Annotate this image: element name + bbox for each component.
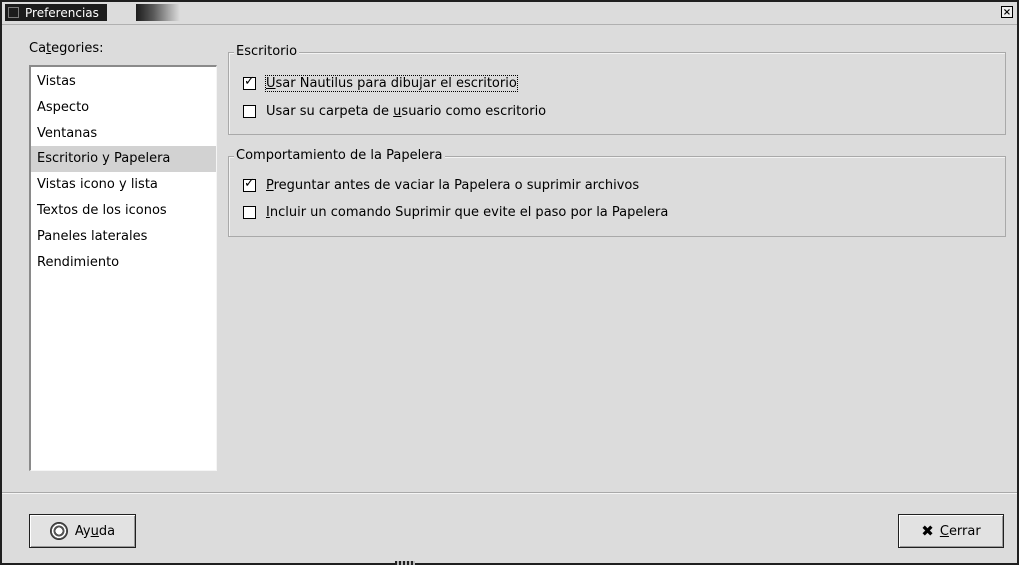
use-nautilus-desktop-label: Usar Nautilus para dibujar el escritorio [265, 75, 518, 92]
checkmark-icon: ✓ [244, 74, 255, 89]
home-as-desktop-checkbox[interactable] [243, 105, 256, 118]
category-item-ventanas[interactable]: Ventanas [31, 121, 216, 147]
help-lifebuoy-icon [49, 522, 68, 540]
confirm-trash-label: Preguntar antes de vaciar la Papelera o … [266, 178, 640, 193]
confirm-trash-checkbox[interactable]: ✓ [243, 176, 256, 192]
papelera-frame-title: Comportamiento de la Papelera [234, 148, 445, 164]
window-close-icon[interactable]: × [1001, 6, 1013, 18]
escritorio-frame-title: Escritorio [234, 44, 300, 60]
use-nautilus-desktop-checkbox[interactable]: ✓ [243, 74, 256, 90]
confirm-trash-option[interactable]: ✓ Preguntar antes de vaciar la Papelera … [243, 176, 640, 193]
checkmark-icon: ✓ [244, 176, 255, 191]
category-item-aspecto[interactable]: Aspecto [31, 95, 216, 121]
category-item-paneles-laterales[interactable]: Paneles laterales [31, 224, 216, 250]
help-button-label: Ayuda [74, 523, 116, 539]
home-as-desktop-option[interactable]: Usar su carpeta de usuario como escritor… [243, 104, 546, 119]
category-item-vistas-icono-lista[interactable]: Vistas icono y lista [31, 172, 216, 198]
close-button[interactable]: ✖ Cerrar [898, 514, 1004, 548]
window-menu-icon[interactable] [8, 7, 19, 18]
preferences-window: Preferencias × Categories: Vistas Aspect… [0, 0, 1019, 565]
include-delete-command-label: Incluir un comando Suprimir que evite el… [266, 205, 669, 220]
close-x-icon: ✖ [921, 521, 934, 540]
category-item-vistas[interactable]: Vistas [31, 69, 216, 95]
title-gradient-decoration [136, 4, 180, 21]
button-area-separator [2, 492, 1017, 494]
include-delete-command-checkbox[interactable] [243, 206, 256, 219]
categories-list[interactable]: Vistas Aspecto Ventanas Escritorio y Pap… [29, 65, 217, 471]
use-nautilus-desktop-option[interactable]: ✓ Usar Nautilus para dibujar el escritor… [243, 74, 518, 92]
window-title: Preferencias [25, 5, 99, 20]
include-delete-command-option[interactable]: Incluir un comando Suprimir que evite el… [243, 205, 668, 220]
papelera-frame: Comportamiento de la Papelera [228, 148, 1006, 237]
categories-label: Categories: [29, 41, 104, 56]
title-tab: Preferencias [5, 4, 107, 21]
category-item-textos-iconos[interactable]: Textos de los iconos [31, 198, 216, 224]
close-button-label: Cerrar [939, 523, 981, 539]
category-item-escritorio-papelera[interactable]: Escritorio y Papelera [31, 146, 216, 173]
title-bar[interactable]: Preferencias × [2, 2, 1017, 25]
escritorio-frame: Escritorio [228, 44, 1006, 135]
category-item-rendimiento[interactable]: Rendimiento [31, 250, 216, 276]
help-button[interactable]: Ayuda [29, 514, 136, 548]
taskbar-edge-decoration [395, 561, 415, 565]
home-as-desktop-label: Usar su carpeta de usuario como escritor… [266, 104, 547, 119]
